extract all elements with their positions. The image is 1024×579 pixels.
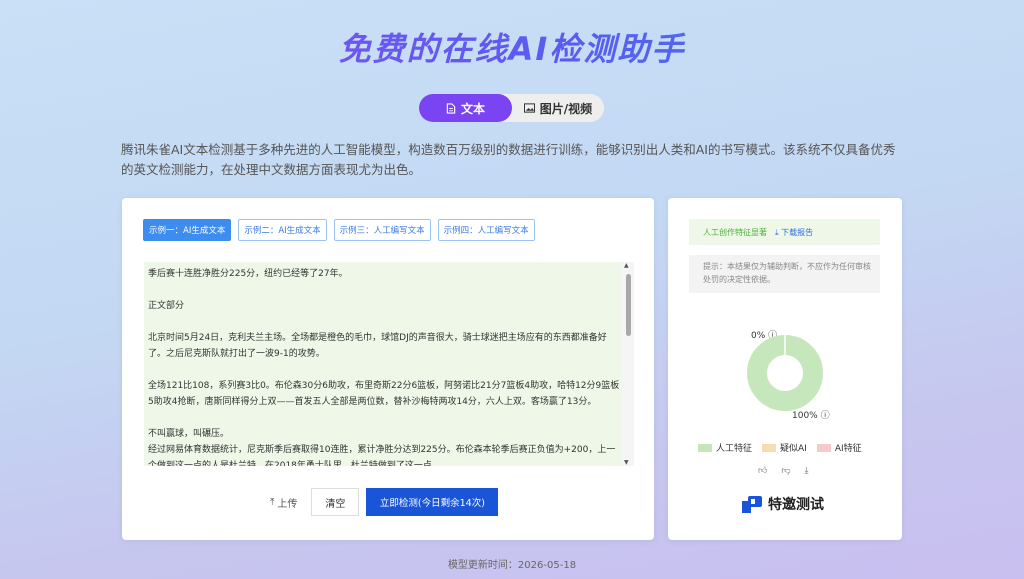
download-label: 下载报告 — [781, 227, 814, 237]
legend-swatch — [762, 443, 777, 452]
text-paragraph: 季后赛十连胜净胜分225分，纽约已经等了27年。 — [148, 269, 348, 279]
text-paragraph: 不叫赢球，叫碾压。 经过网易体育数据统计，尼克斯季后赛取得10连胜，累计净胜分达… — [148, 429, 616, 466]
legend-label: 人工特征 — [716, 444, 753, 454]
scroll-thumb[interactable] — [626, 274, 631, 336]
example-button-4[interactable]: 示例四：人工编写文本 — [437, 219, 535, 241]
report-bar: 人工创作特征显著 ⤓ 下载报告 — [689, 219, 880, 245]
download-icon[interactable]: ⤓ — [805, 466, 809, 476]
download-report-link[interactable]: ⤓ 下载报告 — [775, 227, 813, 238]
human-percent-label: 100% ⓘ — [792, 408, 830, 421]
upload-button[interactable]: ⤒ 上传 — [270, 495, 297, 510]
example-button-3[interactable]: 示例三：人工编写文本 — [333, 219, 431, 241]
thumbs-up-icon[interactable]: 👍︎ — [758, 466, 767, 476]
feedback-icons: 👍︎ 👎︎ ⤓ — [758, 466, 809, 476]
donut-svg — [747, 335, 823, 411]
model-update-time: 模型更新时间：2026-05-18 — [447, 560, 577, 571]
result-status: 人工创作特征显著 — [703, 227, 767, 237]
brand-logo: 特邀测试 — [742, 494, 824, 514]
clear-button[interactable]: 清空 — [311, 488, 360, 516]
legend-item-suspected: 疑似AI — [762, 441, 807, 454]
document-icon — [446, 102, 456, 114]
upload-icon: ⤒ — [270, 496, 275, 508]
description-text: 腾讯朱雀AI文本检测基于多种先进的人工智能模型，构造数百万级别的数据进行训练，能… — [121, 142, 896, 177]
action-bar: ⤒ 上传 清空 立即检测(今日剩余14次) — [270, 488, 499, 516]
result-panel: 人工创作特征显著 ⤓ 下载报告 提示：本结果仅为辅助判断，不应作为任何审核处罚的… — [668, 198, 902, 540]
legend-item-ai: AI特征 — [816, 441, 862, 454]
input-panel: 示例一：AI生成文本 示例二：AI生成文本 示例三：人工编写文本 示例四：人工编… — [122, 198, 654, 540]
brand-icon — [742, 496, 762, 513]
legend-swatch — [816, 443, 831, 452]
thumbs-down-icon[interactable]: 👎︎ — [781, 466, 790, 476]
info-icon[interactable]: ⓘ — [821, 411, 830, 421]
text-paragraph: 北京时间5月24日，克利夫兰主场。全场都是橙色的毛巾，球馆DJ的声音很大，骑士球… — [148, 333, 607, 359]
tab-text-label: 文本 — [460, 101, 485, 116]
scroll-down-icon[interactable]: ▼ — [624, 459, 629, 466]
detect-button[interactable]: 立即检测(今日剩余14次) — [366, 488, 499, 516]
text-scrollbar[interactable]: ▲ ▼ — [622, 262, 634, 466]
image-icon — [523, 103, 535, 113]
legend-swatch — [698, 443, 712, 452]
example-buttons: 示例一：AI生成文本 示例二：AI生成文本 示例三：人工编写文本 示例四：人工编… — [143, 219, 535, 241]
example-button-1[interactable]: 示例一：AI生成文本 — [143, 219, 232, 241]
text-paragraph: 全场121比108，系列赛3比0。布伦森30分6助攻，布里奇斯22分6篮板，阿努… — [148, 381, 620, 407]
legend-item-human: 人工特征 — [698, 441, 752, 454]
download-icon: ⤓ — [775, 227, 779, 237]
disclaimer-tip: 提示：本结果仅为辅助判断，不应作为任何审核处罚的决定性依据。 — [689, 255, 880, 293]
tab-image-video[interactable]: 图片/视频 — [512, 94, 604, 122]
human-percent-value: 100% — [792, 411, 818, 421]
chart-legend: 人工特征 疑似AI AI特征 — [698, 441, 862, 454]
tab-image-video-label: 图片/视频 — [539, 101, 593, 116]
legend-label: 疑似AI — [780, 444, 807, 454]
mode-tabs: 文本 图片/视频 — [419, 94, 604, 122]
legend-label: AI特征 — [834, 444, 862, 454]
text-input-area[interactable]: 季后赛十连胜净胜分225分，纽约已经等了27年。 正文部分 北京时间5月24日，… — [144, 262, 634, 466]
text-paragraph: 正文部分 — [148, 301, 185, 311]
upload-label: 上传 — [277, 498, 298, 510]
brand-label: 特邀测试 — [768, 497, 824, 513]
example-button-2[interactable]: 示例二：AI生成文本 — [238, 219, 327, 241]
tab-text[interactable]: 文本 — [419, 94, 512, 122]
page-title: 免费的在线AI检测助手 — [0, 24, 1024, 70]
scroll-up-icon[interactable]: ▲ — [624, 262, 629, 269]
